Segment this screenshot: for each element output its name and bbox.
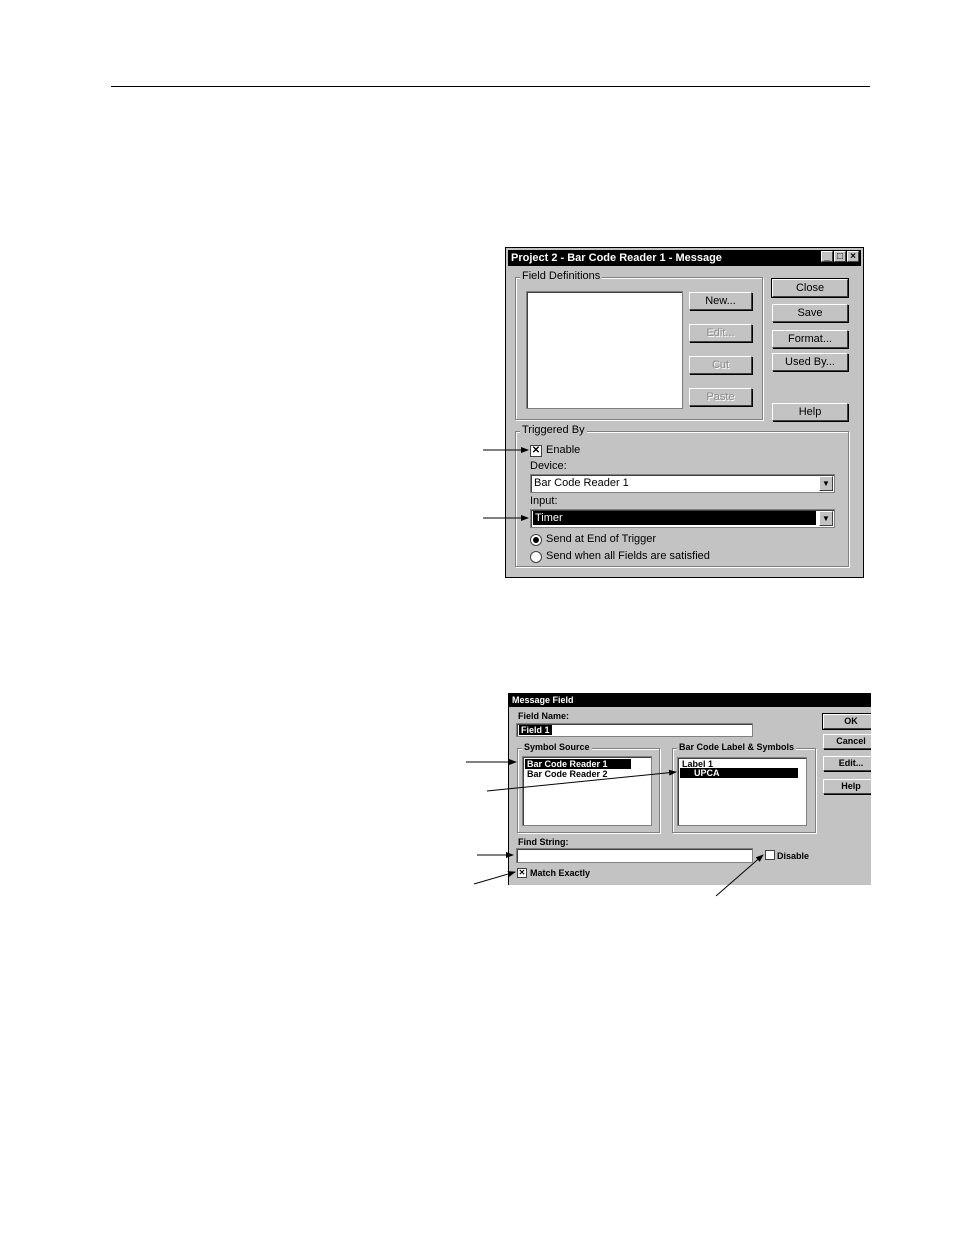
disable-callout-arrow (715, 854, 764, 897)
match-exactly-callout-arrow (473, 871, 516, 885)
upca-callout-arrow (486, 769, 677, 792)
callout-arrows (466, 447, 764, 897)
